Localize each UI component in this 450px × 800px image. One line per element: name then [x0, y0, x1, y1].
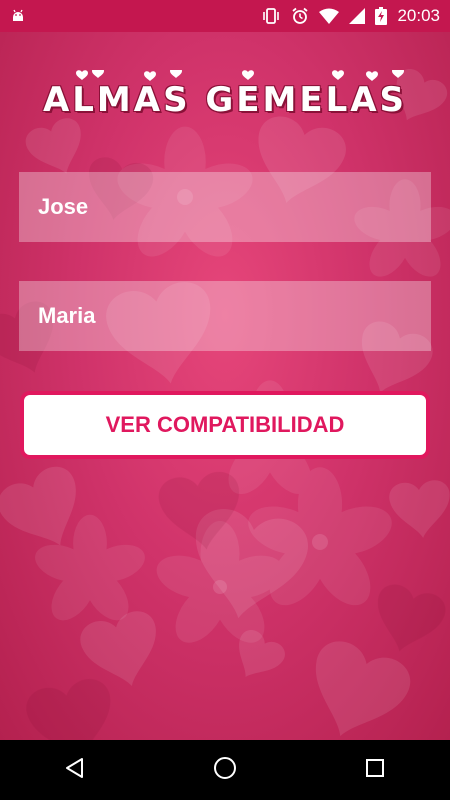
check-compatibility-button[interactable]: VER COMPATIBILIDAD	[20, 391, 430, 459]
home-icon	[213, 756, 237, 785]
home-button[interactable]	[195, 740, 255, 800]
signal-icon	[349, 8, 366, 24]
navigation-bar	[0, 740, 450, 800]
alarm-icon	[291, 7, 309, 25]
check-compatibility-label: VER COMPATIBILIDAD	[105, 412, 345, 437]
recents-button[interactable]	[345, 740, 405, 800]
vibrate-icon	[261, 7, 281, 25]
battery-charging-icon	[375, 7, 388, 25]
back-icon	[64, 757, 86, 784]
background-pattern	[0, 64, 450, 740]
status-bar: 20:03	[0, 0, 450, 32]
back-button[interactable]	[45, 740, 105, 800]
second-name-input[interactable]	[19, 281, 431, 351]
logo-hearts-decoration	[76, 70, 404, 81]
android-debug-icon	[10, 8, 26, 24]
first-name-input[interactable]	[19, 172, 431, 242]
recents-icon	[365, 758, 385, 783]
wifi-icon	[319, 8, 340, 24]
status-time: 20:03	[397, 6, 440, 25]
app-logo: ALMAS GEMELAS	[0, 70, 450, 130]
app-area: ALMAS GEMELAS VER COMPATIBILIDAD	[0, 32, 450, 740]
